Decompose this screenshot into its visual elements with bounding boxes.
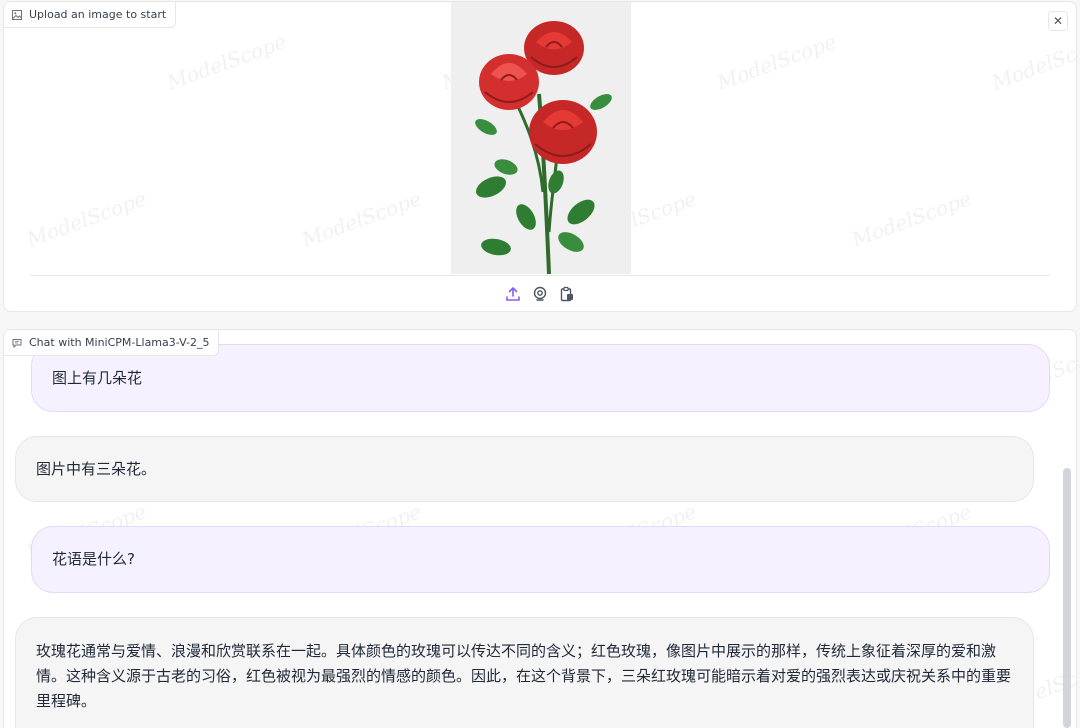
chat-label: Chat with MiniCPM-Llama3-V-2_5 [4,330,220,356]
image-source-bar [4,285,1076,303]
clipboard-icon [560,286,573,302]
scrollbar-thumb[interactable] [1063,468,1071,728]
message-text: 图上有几朵花 [52,368,143,387]
upload-source-button[interactable] [504,285,522,303]
watermark: ModelScope [163,29,290,95]
chatbot-panel: Chat with MiniCPM-Llama3-V-2_5 ModelScop… [3,329,1077,728]
upload-label: Upload an image to start [4,2,177,28]
message-text: 玫瑰花通常与爱情、浪漫和欣赏联系在一起。具体颜色的玫瑰可以传达不同的含义；红色玫… [36,642,1012,710]
webcam-icon [533,286,547,301]
image-upload-panel: Upload an image to start ✕ ModelScope Mo… [3,1,1077,312]
upload-label-text: Upload an image to start [29,8,167,21]
watermark: ModelScope [988,29,1077,95]
chat-scrollbar[interactable] [1062,330,1072,728]
user-message: 花语是什么? [31,526,1050,593]
watermark: ModelScope [848,186,975,252]
uploaded-image [451,2,631,274]
clear-image-button[interactable]: ✕ [1048,11,1068,31]
message-text: 花语是什么? [52,550,135,568]
bot-message: 玫瑰花通常与爱情、浪漫和欣赏联系在一起。具体颜色的玫瑰可以传达不同的含义；红色玫… [15,617,1034,728]
watermark: ModelScope [23,186,150,252]
image-icon [12,9,22,20]
chat-label-text: Chat with MiniCPM-Llama3-V-2_5 [29,336,210,349]
divider [30,275,1050,276]
webcam-source-button[interactable] [531,285,549,303]
watermark: ModelScope [713,29,840,95]
chat-icon [12,338,22,348]
chat-messages[interactable]: 图上有几朵花 图片中有三朵花。 花语是什么? 玫瑰花通常与爱情、浪漫和欣赏联系在… [4,330,1060,728]
clipboard-source-button[interactable] [558,285,576,303]
close-icon: ✕ [1052,14,1064,28]
bot-message: 图片中有三朵花。 [15,436,1034,502]
upload-icon [506,287,520,301]
roses-image [451,2,631,274]
watermark: ModelScope [298,186,425,252]
message-text: 图片中有三朵花。 [36,459,157,478]
